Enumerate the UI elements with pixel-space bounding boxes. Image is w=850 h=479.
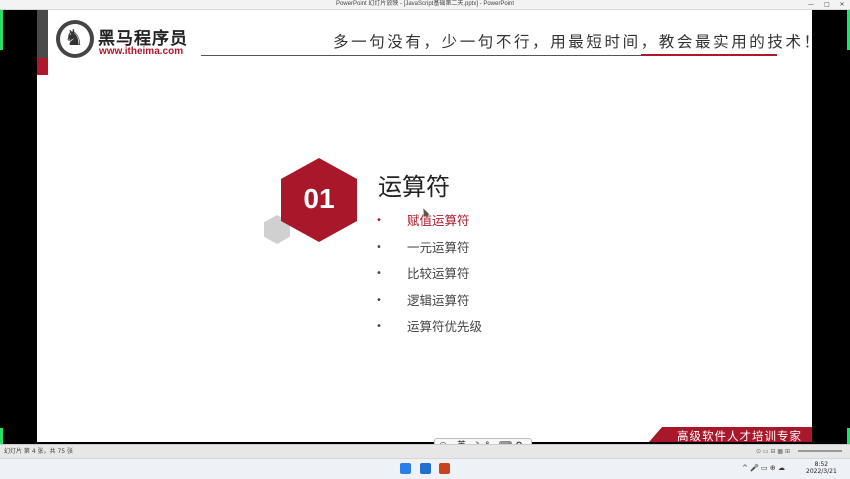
section-number: 01 [303, 183, 335, 214]
powerpoint-icon[interactable] [439, 463, 450, 474]
header-divider-accent [641, 54, 777, 56]
clock-date: 2022/3/21 [806, 468, 837, 475]
system-clock[interactable]: 8:52 2022/3/21 [806, 461, 837, 475]
topic-label: 逻辑运算符 [407, 292, 470, 308]
section-title: 运算符 [378, 173, 450, 201]
topic-label: 比较运算符 [407, 266, 470, 281]
window-title: PowerPoint 幻灯片放映 - [JavaScript基础第二天.pptx… [335, 1, 515, 7]
clock-time: 8:52 [814, 461, 829, 468]
view-buttons[interactable]: ⊙ ▭ ⊟ ▦ ⊞ [756, 448, 790, 455]
topic-label: 运算符优先级 [407, 319, 483, 334]
recording-frame-marker [0, 10, 3, 50]
maximize-button[interactable]: □ [822, 1, 832, 8]
side-accent-bar [37, 10, 48, 58]
status-bar: 幻灯片 第 4 张，共 75 张 ⊙ ▭ ⊟ ▦ ⊞ [0, 444, 850, 458]
bullet-icon: • [376, 268, 382, 279]
minimize-button[interactable]: — [806, 1, 816, 8]
topic-label: 一元运算符 [407, 239, 470, 255]
bullet-icon: • [376, 241, 382, 253]
bullet-icon: • [376, 294, 382, 306]
bullet-icon: • [376, 215, 382, 226]
horse-logo-icon: ♞ [56, 20, 94, 58]
window-titlebar: PowerPoint 幻灯片放映 - [JavaScript基础第二天.pptx… [0, 0, 850, 10]
slide-counter: 幻灯片 第 4 张，共 75 张 [4, 448, 73, 455]
windows-start-icon[interactable] [400, 463, 411, 474]
close-button[interactable]: ✕ [837, 1, 847, 8]
topic-label: 赋值运算符 [407, 213, 470, 228]
footer-ribbon-text: 高级软件人才培训专家 [677, 429, 802, 442]
taskbar: ^ 🎤 ▭ ⊕ ☁ 8:52 2022/3/21 [0, 458, 850, 479]
slogan-text: 多一句没有，少一句不行，用最短时间，教会最实用的技术！ [333, 33, 812, 51]
itheima-logo: ♞ 黑马程序员 www.itheima.com [56, 20, 206, 62]
file-explorer-icon[interactable] [420, 463, 431, 474]
side-accent-red [37, 58, 48, 75]
bullet-icon: • [376, 321, 382, 332]
zoom-slider[interactable] [798, 450, 842, 452]
slide-canvas[interactable]: ♞ 黑马程序员 www.itheima.com 多一句没有，少一句不行，用最短时… [37, 10, 812, 442]
system-tray[interactable]: ^ 🎤 ▭ ⊕ ☁ [742, 464, 785, 472]
logo-url-text: www.itheima.com [99, 46, 184, 57]
